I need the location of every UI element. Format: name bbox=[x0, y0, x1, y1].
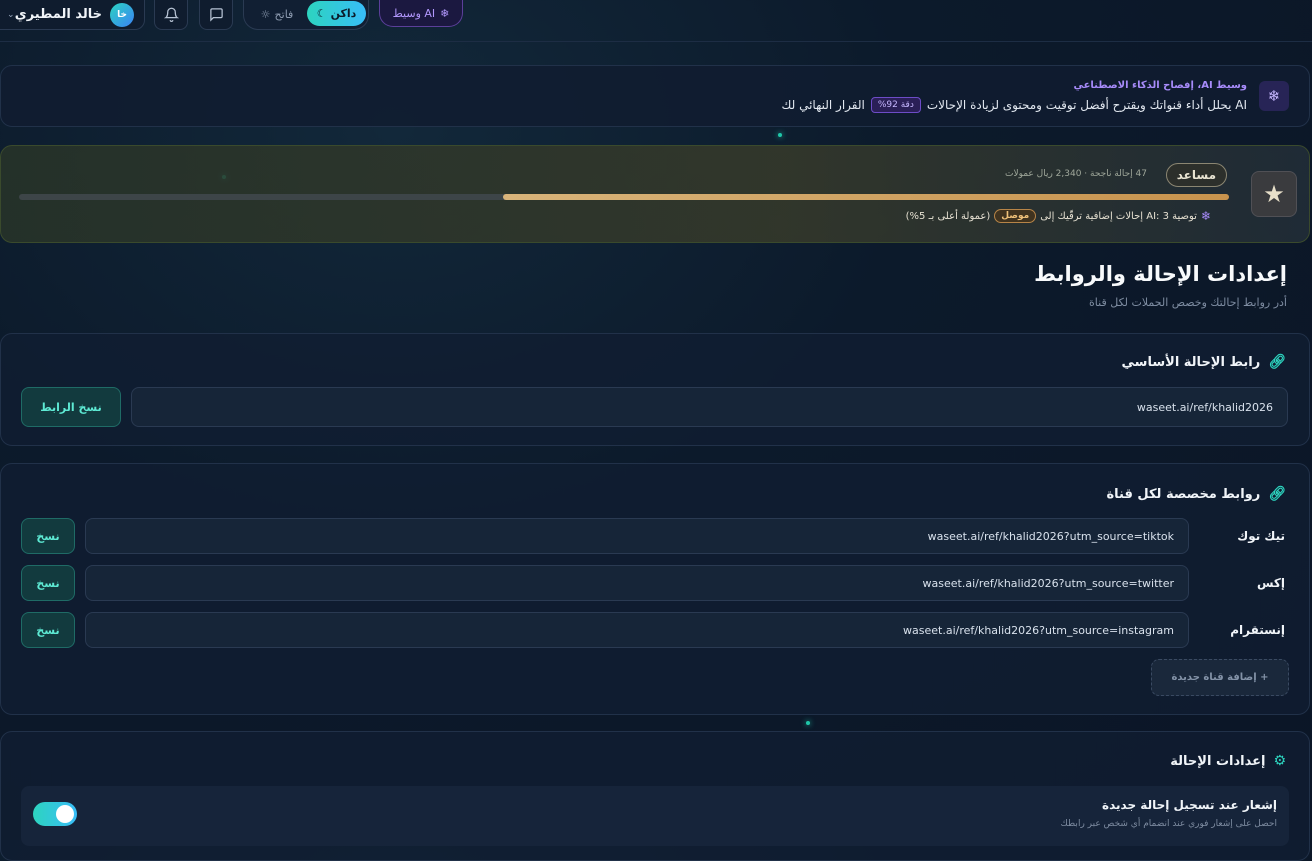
channel-url-twitter[interactable]: waseet.ai/ref/khalid2026?utm_source=twit… bbox=[85, 565, 1189, 601]
theme-light-label: فاتح bbox=[274, 7, 294, 21]
message-icon bbox=[209, 8, 223, 22]
moon-icon: ☾ bbox=[316, 7, 327, 20]
user-menu[interactable]: ⌄ خالد المطيري خا bbox=[0, 0, 145, 30]
channel-url-tiktok[interactable]: waseet.ai/ref/khalid2026?utm_source=tikt… bbox=[85, 518, 1189, 554]
copy-main-link-button[interactable]: نسخ الرابط bbox=[21, 387, 121, 427]
main-link-heading: 🔗︎ رابط الإحالة الأساسي bbox=[1122, 354, 1286, 370]
ai-banner-text-after: القرار النهائي لك bbox=[781, 98, 865, 112]
sparkle-icon: ❄ bbox=[1259, 81, 1289, 111]
channel-label-twitter: إكس bbox=[1256, 576, 1285, 590]
theme-light-option[interactable]: ☼ فاتح bbox=[250, 5, 304, 23]
notification-setting-row: إشعار عند تسجيل إحالة جديدة احصل على إشع… bbox=[21, 786, 1289, 846]
ai-badge-label: وسيط AI bbox=[392, 6, 436, 20]
tier-progress-card: ★ مساعد 47 إحالة ناجحة · 2,340 ريال عمول… bbox=[0, 145, 1310, 243]
toggle-knob bbox=[56, 805, 74, 823]
messages-button[interactable] bbox=[199, 0, 233, 30]
notification-setting-title: إشعار عند تسجيل إحالة جديدة bbox=[1102, 798, 1277, 812]
avatar: خا bbox=[110, 2, 134, 27]
star-icon: ★ bbox=[1251, 171, 1297, 217]
notification-toggle[interactable] bbox=[33, 802, 77, 826]
copy-instagram-button[interactable]: نسخ bbox=[21, 612, 75, 648]
add-channel-button[interactable]: + إضافة قناة جديدة bbox=[1151, 659, 1289, 696]
channel-links-heading: 🔗︎ روابط مخصصة لكل قناة bbox=[1106, 486, 1286, 502]
bell-icon bbox=[163, 7, 179, 22]
sun-icon: ☼ bbox=[260, 7, 271, 21]
tier-rec-suffix: (عمولة أعلى بـ 5%) bbox=[905, 210, 991, 222]
tier-stats: 47 إحالة ناجحة · 2,340 ريال عمولات bbox=[1004, 169, 1147, 179]
link-icon: 🔗︎ bbox=[1268, 486, 1286, 502]
notifications-button[interactable] bbox=[154, 0, 188, 30]
referral-settings-card: ⚙ إعدادات الإحالة إشعار عند تسجيل إحالة … bbox=[0, 731, 1310, 861]
main-link-field[interactable]: waseet.ai/ref/khalid2026 bbox=[131, 387, 1288, 427]
ai-badge[interactable]: وسيط AI ❄ bbox=[379, 0, 463, 27]
tier-progress-fill bbox=[503, 194, 1229, 200]
user-name: خالد المطيري bbox=[14, 7, 102, 22]
gear-icon: ⚙ bbox=[1273, 753, 1286, 769]
sparkle-icon: ❄ bbox=[440, 6, 450, 20]
ai-disclosure-banner: ❄ وسيط AI، إفصاح الذكاء الاصطناعي AI يحل… bbox=[0, 65, 1310, 127]
theme-toggle[interactable]: ☼ فاتح ☾ داكن bbox=[243, 0, 369, 30]
main-link-card: 🔗︎ رابط الإحالة الأساسي waseet.ai/ref/kh… bbox=[0, 333, 1310, 446]
sparkle-icon: ❄ bbox=[1200, 209, 1211, 223]
theme-dark-label: داكن bbox=[330, 7, 357, 20]
ai-banner-title: وسيط AI، إفصاح الذكاء الاصطناعي bbox=[1073, 80, 1247, 91]
channel-links-title: روابط مخصصة لكل قناة bbox=[1106, 486, 1261, 502]
settings-title: إعدادات الإحالة bbox=[1170, 753, 1266, 769]
channel-url-instagram[interactable]: waseet.ai/ref/khalid2026?utm_source=inst… bbox=[85, 612, 1189, 648]
tier-recommendation: ❄ توصية AI: 3 إحالات إضافية ترقّيك إلى م… bbox=[906, 209, 1211, 223]
next-tier-badge: موصل bbox=[994, 209, 1037, 223]
accuracy-badge: دقة 92% bbox=[870, 97, 921, 113]
decor-dot bbox=[806, 721, 810, 725]
link-icon: 🔗︎ bbox=[1268, 354, 1286, 370]
page-title: إعدادات الإحالة والروابط bbox=[1034, 262, 1287, 286]
tier-badge: مساعد bbox=[1165, 163, 1227, 187]
notification-setting-desc: احصل على إشعار فوري عند انضمام أي شخص عب… bbox=[1060, 819, 1277, 829]
chevron-down-icon: ⌄ bbox=[7, 9, 15, 20]
settings-heading: ⚙ إعدادات الإحالة bbox=[1170, 753, 1286, 769]
page-subtitle: أدر روابط إحالتك وخصص الحملات لكل قناة bbox=[1089, 296, 1287, 309]
theme-dark-option[interactable]: ☾ داكن bbox=[307, 1, 366, 26]
ai-banner-text-before: AI يحلل أداء قنواتك ويقترح أفضل توقيت وم… bbox=[926, 98, 1247, 112]
main-link-title: رابط الإحالة الأساسي bbox=[1121, 354, 1261, 370]
channel-label-tiktok: تيك توك bbox=[1237, 529, 1285, 543]
tier-progress-bar bbox=[19, 194, 1229, 200]
copy-twitter-button[interactable]: نسخ bbox=[21, 565, 75, 601]
decor-dot bbox=[778, 133, 782, 137]
copy-tiktok-button[interactable]: نسخ bbox=[21, 518, 75, 554]
channel-label-instagram: إنستقرام bbox=[1230, 623, 1285, 637]
ai-banner-text: AI يحلل أداء قنواتك ويقترح أفضل توقيت وم… bbox=[781, 97, 1247, 113]
tier-rec-prefix: توصية AI: 3 إحالات إضافية ترقّيك إلى bbox=[1040, 210, 1197, 222]
channel-links-card: 🔗︎ روابط مخصصة لكل قناة تيك توك waseet.a… bbox=[0, 463, 1310, 715]
top-bar: ⌄ خالد المطيري خا ☼ فاتح ☾ داكن وسيط AI … bbox=[0, 0, 1312, 42]
